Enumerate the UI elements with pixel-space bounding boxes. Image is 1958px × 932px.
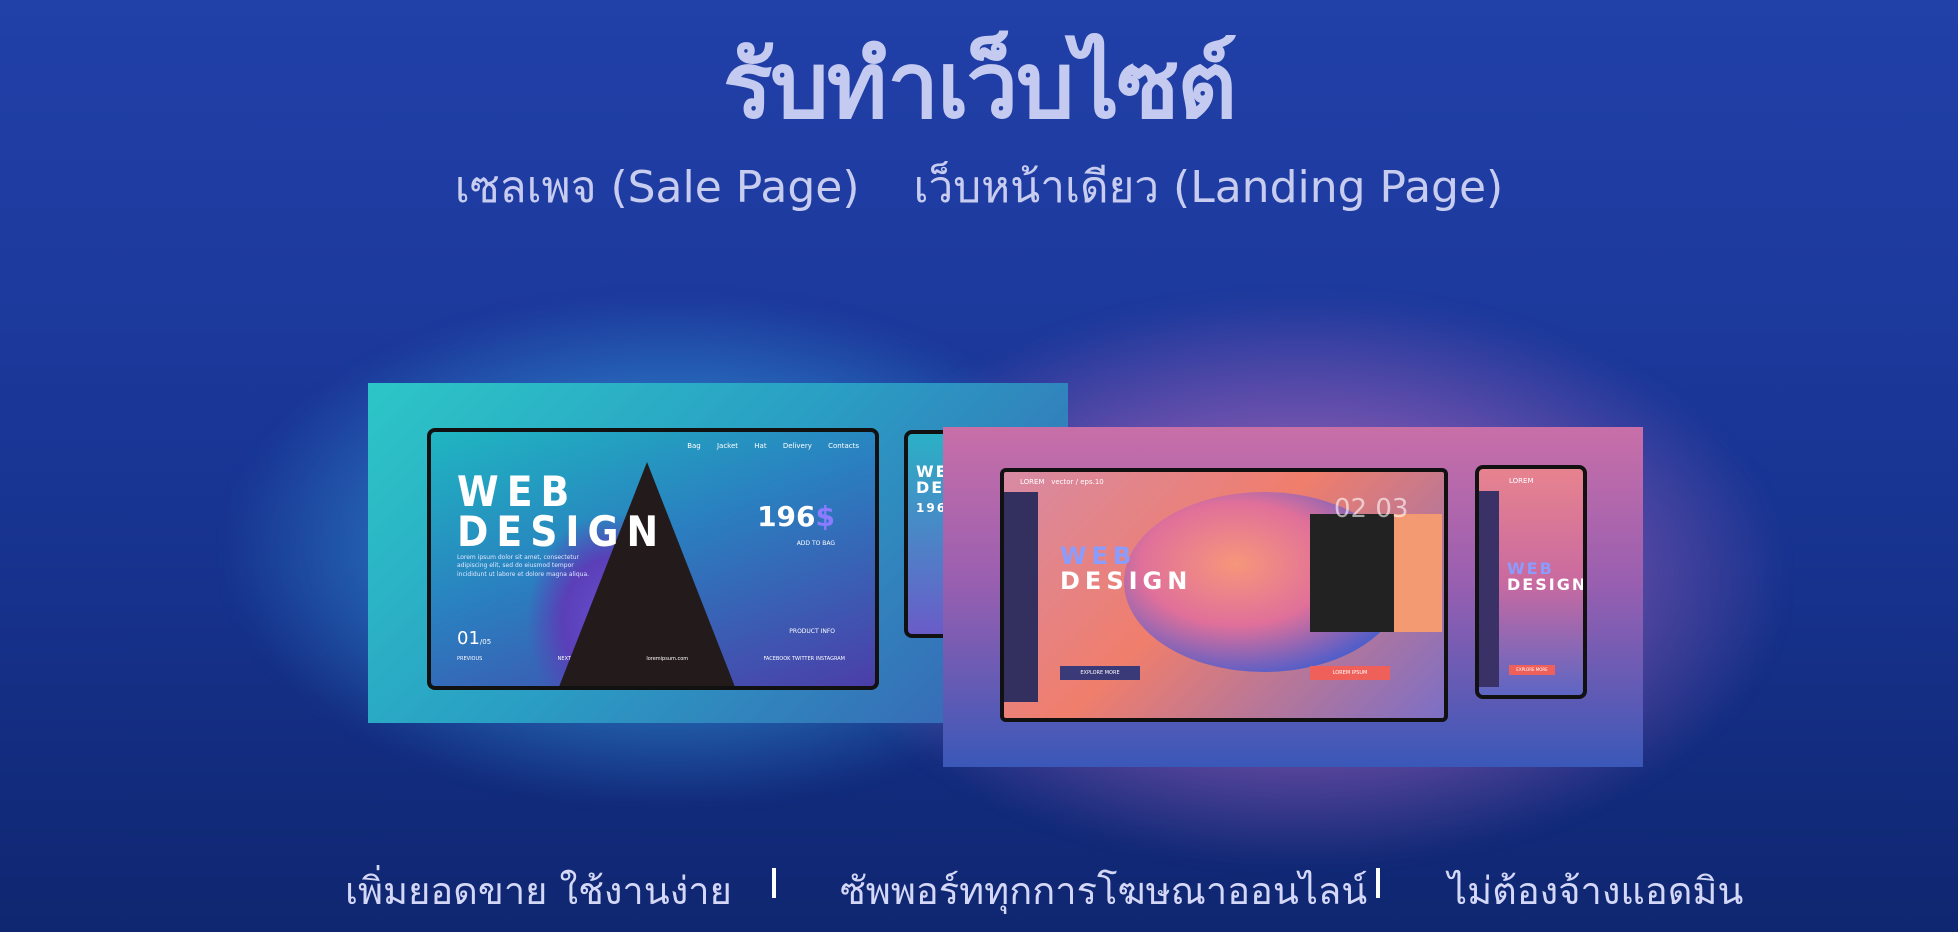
phone-brand: LOREM [1509,477,1534,485]
tagline-online-ads: ซัพพอร์ททุกการโฆษณาออนไลน์ [840,869,1368,913]
subtitle-sale-page: เซลเพจ (Sale Page) [454,162,860,213]
mockup-footer: PREVIOUS NEXT loremipsum.com FACEBOOK TW… [457,656,845,662]
mockup-brand: LOREM vector / eps.10 [1020,478,1104,486]
tagline-increase-sales: เพิ่มยอดขาย ใช้งานง่าย [345,869,732,913]
mockup-product-info: PRODUCT INFO [789,628,835,635]
phone-explore-button: EXPLORE MORE [1509,665,1555,675]
tagline-bar: เพิ่มยอดขาย ใช้งานง่าย ซัพพอร์ททุกการโฆษ… [0,860,1958,914]
phone-sidebar [1479,491,1499,687]
mockup-nav: Bag Jacket Hat Delivery Contacts [687,442,859,450]
mockup-headline-right: WEB DESIGN [1060,542,1193,596]
tagline-separator [1376,868,1380,898]
mockup-numbers: 02 03 [1334,494,1409,524]
mockup-add-to-bag: ADD TO BAG [796,540,835,547]
phone-screen-right: LOREM WEB DESIGN EXPLORE MORE [1475,465,1587,699]
page-subtitle: เซลเพจ (Sale Page) เว็บหน้าเดียว (Landin… [0,152,1958,222]
mockup-peach-panel [1394,514,1442,632]
mockup-right-image: LOREM vector / eps.10 02 03 WEB DESIGN E… [943,427,1643,767]
mockup-dark-panel [1310,514,1394,632]
explore-more-button: EXPLORE MORE [1060,666,1140,680]
lorem-ipsum-button: LOREM IPSUM [1310,666,1390,680]
phone-headline-right: WEB DESIGN [1507,559,1587,594]
mockup-body-text: Lorem ipsum dolor sit amet, consectetur … [457,554,590,578]
laptop-screen-right: LOREM vector / eps.10 02 03 WEB DESIGN E… [1000,468,1448,722]
tagline-separator [772,868,776,898]
subtitle-landing-page: เว็บหน้าเดียว (Landing Page) [913,162,1504,213]
mockup-price: 196$ [757,500,835,533]
page-title: รับทำเว็บไซต์ [722,32,1237,139]
tagline-no-admin: ไม่ต้องจ้างแอดมิน [1448,869,1744,913]
mockup-sidebar [1004,492,1038,702]
laptop-screen-left: Bag Jacket Hat Delivery Contacts WEB DES… [427,428,879,690]
mockup-page-number: 01/05 [457,628,492,649]
mockup-headline: WEB DESIGN [457,467,667,556]
